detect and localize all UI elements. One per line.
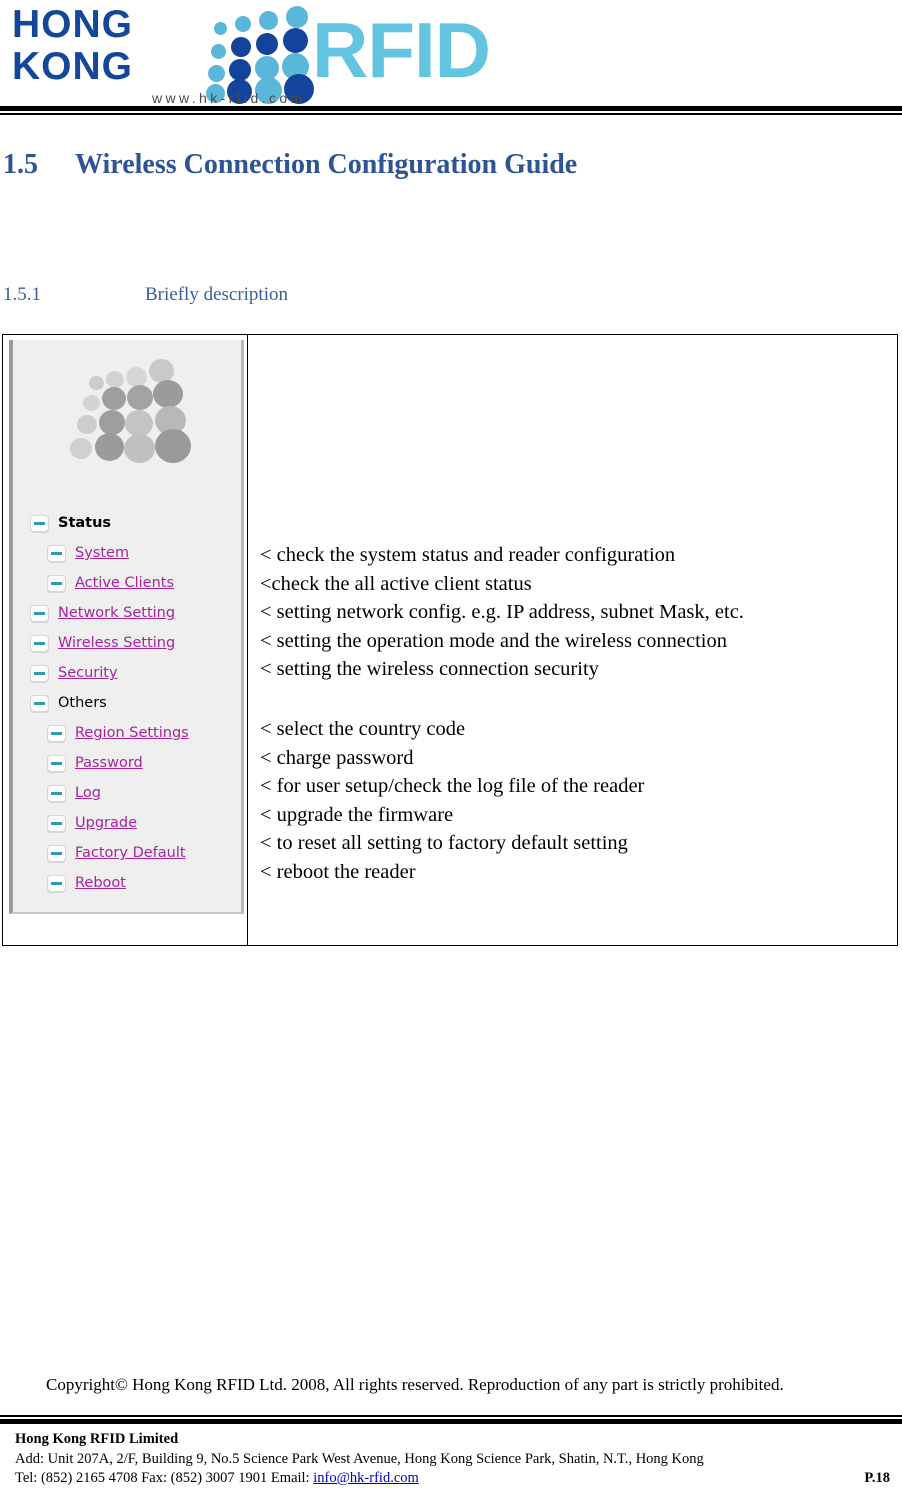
section-heading: 1.5 Wireless Connection Configuration Gui… xyxy=(3,148,883,182)
nav-item-password[interactable]: Password xyxy=(13,748,241,778)
figure-cell-navigation: Status System Active Clients Network Set… xyxy=(3,335,248,945)
description-line: <check the all active client status xyxy=(260,572,532,595)
footer-email-link[interactable]: info@hk-rfid.com xyxy=(313,1470,419,1486)
footer-address: Add: Unit 207A, 2/F, Building 9, No.5 Sc… xyxy=(15,1450,704,1467)
logo-word-hong: HONG xyxy=(12,3,133,46)
nav-item-factory-default[interactable]: Factory Default xyxy=(13,838,241,868)
nav-item-label[interactable]: Network Setting xyxy=(58,605,175,621)
nav-item-network-setting[interactable]: Network Setting xyxy=(13,598,241,628)
description-line: < charge password xyxy=(260,746,414,769)
nav-item-region-settings[interactable]: Region Settings xyxy=(13,718,241,748)
nav-tree: Status System Active Clients Network Set… xyxy=(13,508,241,898)
footer-info: Hong Kong RFID Limited Add: Unit 207A, 2… xyxy=(15,1430,890,1489)
figure-table: Status System Active Clients Network Set… xyxy=(2,334,898,946)
nav-item-security[interactable]: Security xyxy=(13,658,241,688)
nav-item-label[interactable]: Factory Default xyxy=(75,845,186,861)
description-line: < to reset all setting to factory defaul… xyxy=(260,832,628,855)
nav-item-label: Others xyxy=(58,695,107,711)
section-number: 1.5 xyxy=(3,149,38,180)
logo-website-url: www.hk-rfid.com xyxy=(152,90,306,106)
description-line: < reboot the reader xyxy=(260,860,416,883)
nav-item-label[interactable]: Reboot xyxy=(75,875,126,891)
company-logo: HONG KONG RFID www.hk-rfid.com xyxy=(12,4,532,107)
header-divider xyxy=(0,106,902,115)
figure-cell-descriptions: < check the system status and reader con… xyxy=(248,335,897,945)
subsection-number: 1.5.1 xyxy=(3,284,41,305)
page-header: HONG KONG RFID www.hk-rfid.com xyxy=(0,0,902,118)
description-group-others: < select the country code < charge passw… xyxy=(260,715,644,887)
footer-contact-text: Tel: (852) 2165 4708 Fax: (852) 3007 190… xyxy=(15,1470,314,1486)
expand-minus-icon[interactable] xyxy=(47,874,66,892)
logo-brand-rfid: RFID xyxy=(312,6,491,94)
nav-item-label[interactable]: Security xyxy=(58,665,118,681)
nav-item-status[interactable]: Status xyxy=(13,508,241,538)
rfid-dot-matrix-grayscale-icon xyxy=(13,340,241,490)
reader-web-ui-nav-panel: Status System Active Clients Network Set… xyxy=(9,340,244,914)
expand-minus-icon[interactable] xyxy=(47,844,66,862)
expand-minus-icon[interactable] xyxy=(30,664,49,682)
description-group-status: < check the system status and reader con… xyxy=(260,541,744,684)
expand-minus-icon[interactable] xyxy=(30,604,49,622)
description-line: < select the country code xyxy=(260,718,466,740)
footer-divider xyxy=(0,1415,902,1424)
subsection-heading: 1.5.1 Briefly description xyxy=(3,283,883,307)
nav-item-system[interactable]: System xyxy=(13,538,241,568)
expand-minus-icon[interactable] xyxy=(30,514,49,532)
nav-item-label: Status xyxy=(58,515,112,531)
rfid-dot-matrix-icon xyxy=(206,6,320,104)
nav-item-label[interactable]: Active Clients xyxy=(75,575,174,591)
nav-item-reboot[interactable]: Reboot xyxy=(13,868,241,898)
nav-item-label[interactable]: Log xyxy=(75,785,101,801)
nav-item-label[interactable]: Upgrade xyxy=(75,815,137,831)
copyright-notice: Copyright© Hong Kong RFID Ltd. 2008, All… xyxy=(46,1375,784,1394)
description-line: < check the system status and reader con… xyxy=(260,544,676,566)
description-line: < setting the wireless connection securi… xyxy=(260,658,599,681)
expand-minus-icon[interactable] xyxy=(30,694,49,712)
description-line: < upgrade the firmware xyxy=(260,803,454,826)
expand-minus-icon[interactable] xyxy=(47,574,66,592)
nav-item-label[interactable]: Password xyxy=(75,755,143,771)
expand-minus-icon[interactable] xyxy=(30,634,49,652)
footer-company-name: Hong Kong RFID Limited xyxy=(15,1431,179,1447)
section-title: Wireless Connection Configuration Guide xyxy=(75,149,578,180)
logo-word-kong: KONG xyxy=(12,45,133,88)
logo-wordmark: HONG KONG xyxy=(12,4,202,88)
nav-item-active-clients[interactable]: Active Clients xyxy=(13,568,241,598)
nav-item-label[interactable]: System xyxy=(75,545,129,561)
nav-item-label[interactable]: Region Settings xyxy=(75,725,189,741)
expand-minus-icon[interactable] xyxy=(47,544,66,562)
nav-item-label[interactable]: Wireless Setting xyxy=(58,635,175,651)
nav-item-wireless-setting[interactable]: Wireless Setting xyxy=(13,628,241,658)
description-line: < for user setup/check the log file of t… xyxy=(260,775,645,798)
description-line: < setting network config. e.g. IP addres… xyxy=(260,601,744,624)
expand-minus-icon[interactable] xyxy=(47,724,66,742)
nav-item-log[interactable]: Log xyxy=(13,778,241,808)
subsection-title: Briefly description xyxy=(145,284,288,305)
expand-minus-icon[interactable] xyxy=(47,814,66,832)
expand-minus-icon[interactable] xyxy=(47,754,66,772)
description-line: < setting the operation mode and the wir… xyxy=(260,629,727,652)
nav-item-upgrade[interactable]: Upgrade xyxy=(13,808,241,838)
expand-minus-icon[interactable] xyxy=(47,784,66,802)
nav-item-others[interactable]: Others xyxy=(13,688,241,718)
